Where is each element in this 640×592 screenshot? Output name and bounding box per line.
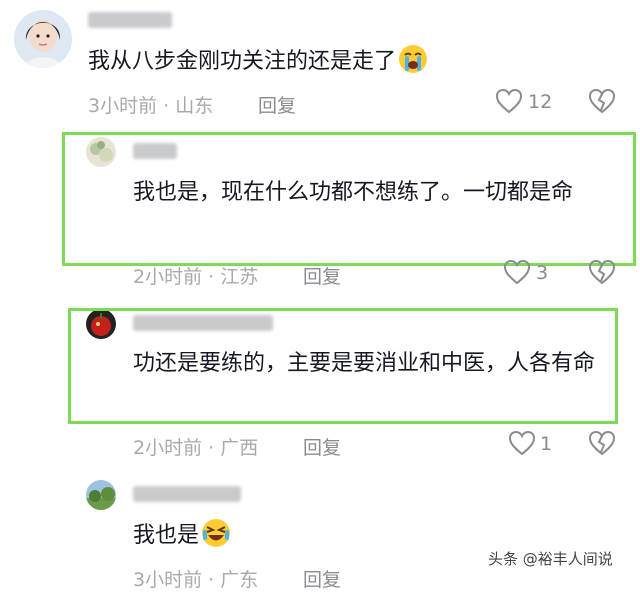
like-count: 12 <box>528 91 553 113</box>
reply-button[interactable]: 回复 <box>303 565 341 592</box>
avatar[interactable] <box>14 10 72 68</box>
comment-meta: 2小时前 · 江苏 <box>133 266 259 288</box>
username[interactable] <box>133 486 241 502</box>
reply-button[interactable]: 回复 <box>258 91 296 118</box>
comment-text: 功还是要练的，主要是要消业和中医，人各有命 <box>133 351 596 376</box>
avatar[interactable] <box>86 480 116 510</box>
comment-meta: 3小时前 · 广东 <box>133 569 259 591</box>
comment-meta: 3小时前 · 山东 <box>88 95 214 117</box>
dislike-icon[interactable] <box>588 88 616 114</box>
heart-icon[interactable] <box>503 259 531 285</box>
dislike-icon[interactable] <box>588 259 616 285</box>
comment-meta: 2小时前 · 广西 <box>133 437 259 459</box>
dislike-icon[interactable] <box>588 430 616 456</box>
comment-text: 我也是 <box>133 517 231 561</box>
like-count: 3 <box>536 262 549 284</box>
heart-icon[interactable] <box>495 88 523 114</box>
loudly-crying-emoji-icon <box>398 44 428 87</box>
watermark: 头条 @裕丰人间说 <box>488 550 613 568</box>
rolling-laughing-emoji-icon <box>201 518 231 561</box>
reply-button[interactable]: 回复 <box>303 433 341 460</box>
like-count: 1 <box>540 433 553 455</box>
username[interactable] <box>88 12 172 28</box>
comment-text: 我也是，现在什么功都不想练了。一切都是命 <box>133 180 574 205</box>
heart-icon[interactable] <box>508 430 536 456</box>
reply-button[interactable]: 回复 <box>303 262 341 289</box>
comment-text: 我从八步金刚功关注的还是走了 <box>88 43 428 87</box>
